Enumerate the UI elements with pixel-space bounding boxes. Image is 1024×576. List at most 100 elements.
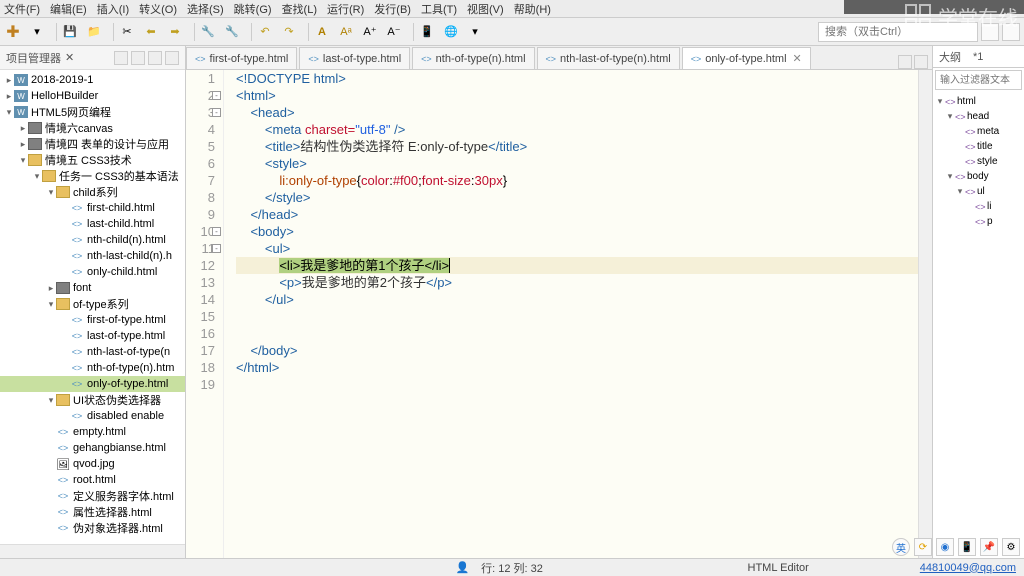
- phone2-icon[interactable]: 📱: [958, 538, 976, 556]
- editor-body[interactable]: 1 2- 3- 4 5 6 7 8 9 10- 11- 12 13 14 15 …: [186, 70, 932, 558]
- menu-help[interactable]: 帮助(H): [514, 1, 551, 17]
- tree-item[interactable]: <>empty.html: [0, 424, 185, 440]
- tree-item[interactable]: ▸font: [0, 280, 185, 296]
- twisty-icon[interactable]: ▾: [945, 111, 955, 122]
- tree-item[interactable]: <>伪对象选择器.html: [0, 520, 185, 536]
- outline-item[interactable]: <>p: [935, 214, 1022, 229]
- tree-item[interactable]: ▾of-type系列: [0, 296, 185, 312]
- twisty-icon[interactable]: ▾: [935, 96, 945, 107]
- twisty-icon[interactable]: ▾: [955, 186, 965, 197]
- tree-item[interactable]: ▸情境六canvas: [0, 120, 185, 136]
- editor-tab[interactable]: <>only-of-type.html ✕: [682, 47, 811, 69]
- toolbar-btn-2[interactable]: [1002, 23, 1020, 41]
- tree-item[interactable]: <>first-child.html: [0, 200, 185, 216]
- outline-item[interactable]: ▾<>head: [935, 109, 1022, 124]
- back-icon[interactable]: ⬅: [142, 23, 160, 41]
- twisty-icon[interactable]: ▸: [18, 123, 28, 134]
- twisty-icon[interactable]: ▸: [4, 91, 14, 102]
- twisty-icon[interactable]: ▾: [46, 395, 56, 406]
- outline-item[interactable]: ▾<>ul: [935, 184, 1022, 199]
- tree-item[interactable]: <>first-of-type.html: [0, 312, 185, 328]
- save-icon[interactable]: 💾: [61, 23, 79, 41]
- panel-tool-3-icon[interactable]: [148, 51, 162, 65]
- outline-item[interactable]: ▾<>body: [935, 169, 1022, 184]
- tree-item[interactable]: <>only-of-type.html: [0, 376, 185, 392]
- outline-item[interactable]: <>style: [935, 154, 1022, 169]
- outline-item[interactable]: ▾<>html: [935, 94, 1022, 109]
- tree-item[interactable]: <>root.html: [0, 472, 185, 488]
- editor-tab[interactable]: <>nth-last-of-type(n).html: [537, 47, 680, 69]
- outline-tab[interactable]: 大纲: [933, 46, 967, 67]
- settings-icon[interactable]: ⚙: [1002, 538, 1020, 556]
- panel-min-icon[interactable]: [165, 51, 179, 65]
- pin-icon[interactable]: 📌: [980, 538, 998, 556]
- tree-item[interactable]: ▾UI状态伪类选择器: [0, 392, 185, 408]
- twisty-icon[interactable]: ▸: [18, 139, 28, 150]
- tree-item[interactable]: <>nth-of-type(n).htm: [0, 360, 185, 376]
- tree-item[interactable]: ▾任务一 CSS3的基本语法: [0, 168, 185, 184]
- tree-item[interactable]: ▸情境四 表单的设计与应用: [0, 136, 185, 152]
- twisty-icon[interactable]: ▾: [32, 171, 42, 182]
- tree-item[interactable]: <>属性选择器.html: [0, 504, 185, 520]
- redo-icon[interactable]: ↷: [280, 23, 298, 41]
- dropdown-icon[interactable]: ▾: [28, 23, 46, 41]
- tree-item[interactable]: <>gehangbianse.html: [0, 440, 185, 456]
- twisty-icon[interactable]: ▾: [945, 171, 955, 182]
- tool-a-icon[interactable]: 🔧: [199, 23, 217, 41]
- outline-tab2[interactable]: *1: [967, 46, 989, 67]
- text-icon[interactable]: A: [313, 23, 331, 41]
- twisty-icon[interactable]: ▾: [18, 155, 28, 166]
- tree-item[interactable]: <>定义服务器字体.html: [0, 488, 185, 504]
- tree-item[interactable]: <>last-child.html: [0, 216, 185, 232]
- editor-tab[interactable]: <>nth-of-type(n).html: [412, 47, 534, 69]
- outline-filter-input[interactable]: [935, 70, 1022, 90]
- editor-tab[interactable]: <>first-of-type.html: [186, 47, 297, 69]
- tree-item[interactable]: ▸WHelloHBuilder: [0, 88, 185, 104]
- menu-run[interactable]: 运行(R): [327, 1, 364, 17]
- tree-item[interactable]: ▸W2018-2019-1: [0, 72, 185, 88]
- hscroll[interactable]: [0, 544, 185, 558]
- outline-item[interactable]: <>title: [935, 139, 1022, 154]
- undo-icon[interactable]: ↶: [256, 23, 274, 41]
- font-dec-icon[interactable]: A⁻: [385, 23, 403, 41]
- menu-publish[interactable]: 发行(B): [374, 1, 411, 17]
- tree-item[interactable]: <>nth-last-of-type(n: [0, 344, 185, 360]
- menu-escape[interactable]: 转义(O): [139, 1, 177, 17]
- phone-icon[interactable]: 📱: [418, 23, 436, 41]
- tab-max-icon[interactable]: [914, 55, 928, 69]
- circle-icon[interactable]: ◉: [936, 538, 954, 556]
- new-icon[interactable]: ✚: [4, 23, 22, 41]
- menu-view[interactable]: 视图(V): [467, 1, 504, 17]
- menu-file[interactable]: 文件(F): [4, 1, 40, 17]
- tab-close-icon[interactable]: ✕: [793, 52, 802, 65]
- search-input[interactable]: [818, 22, 978, 42]
- editor-tab[interactable]: <>last-of-type.html: [299, 47, 410, 69]
- color-icon[interactable]: Aᵃ: [337, 23, 355, 41]
- forward-icon[interactable]: ➡: [166, 23, 184, 41]
- toolbar-btn-1[interactable]: [981, 23, 999, 41]
- tree-item[interactable]: <>nth-child(n).html: [0, 232, 185, 248]
- tree-item[interactable]: ▾情境五 CSS3技术: [0, 152, 185, 168]
- twisty-icon[interactable]: ▾: [46, 299, 56, 310]
- tree-item[interactable]: 🖼qvod.jpg: [0, 456, 185, 472]
- outline-item[interactable]: <>meta: [935, 124, 1022, 139]
- code-content[interactable]: <!DOCTYPE html> <html> <head> <meta char…: [224, 70, 918, 558]
- user-email-link[interactable]: 44810049@qq.com: [920, 562, 1016, 574]
- font-inc-icon[interactable]: A⁺: [361, 23, 379, 41]
- editor-scrollbar[interactable]: [918, 70, 932, 558]
- tree-item[interactable]: <>nth-last-child(n).h: [0, 248, 185, 264]
- tree-item[interactable]: <>disabled enable: [0, 408, 185, 424]
- menu-edit[interactable]: 编辑(E): [50, 1, 87, 17]
- menu-tools[interactable]: 工具(T): [421, 1, 457, 17]
- twisty-icon[interactable]: ▸: [46, 283, 56, 294]
- panel-tool-2-icon[interactable]: [131, 51, 145, 65]
- ime-icon[interactable]: 英: [892, 538, 910, 556]
- tree-item[interactable]: <>last-of-type.html: [0, 328, 185, 344]
- menu-select[interactable]: 选择(S): [187, 1, 224, 17]
- menu-goto[interactable]: 跳转(G): [234, 1, 272, 17]
- tree-item[interactable]: ▾WHTML5网页编程: [0, 104, 185, 120]
- twisty-icon[interactable]: ▾: [4, 107, 14, 118]
- refresh-icon[interactable]: ⟳: [914, 538, 932, 556]
- tree-item[interactable]: <>only-child.html: [0, 264, 185, 280]
- outline-item[interactable]: <>li: [935, 199, 1022, 214]
